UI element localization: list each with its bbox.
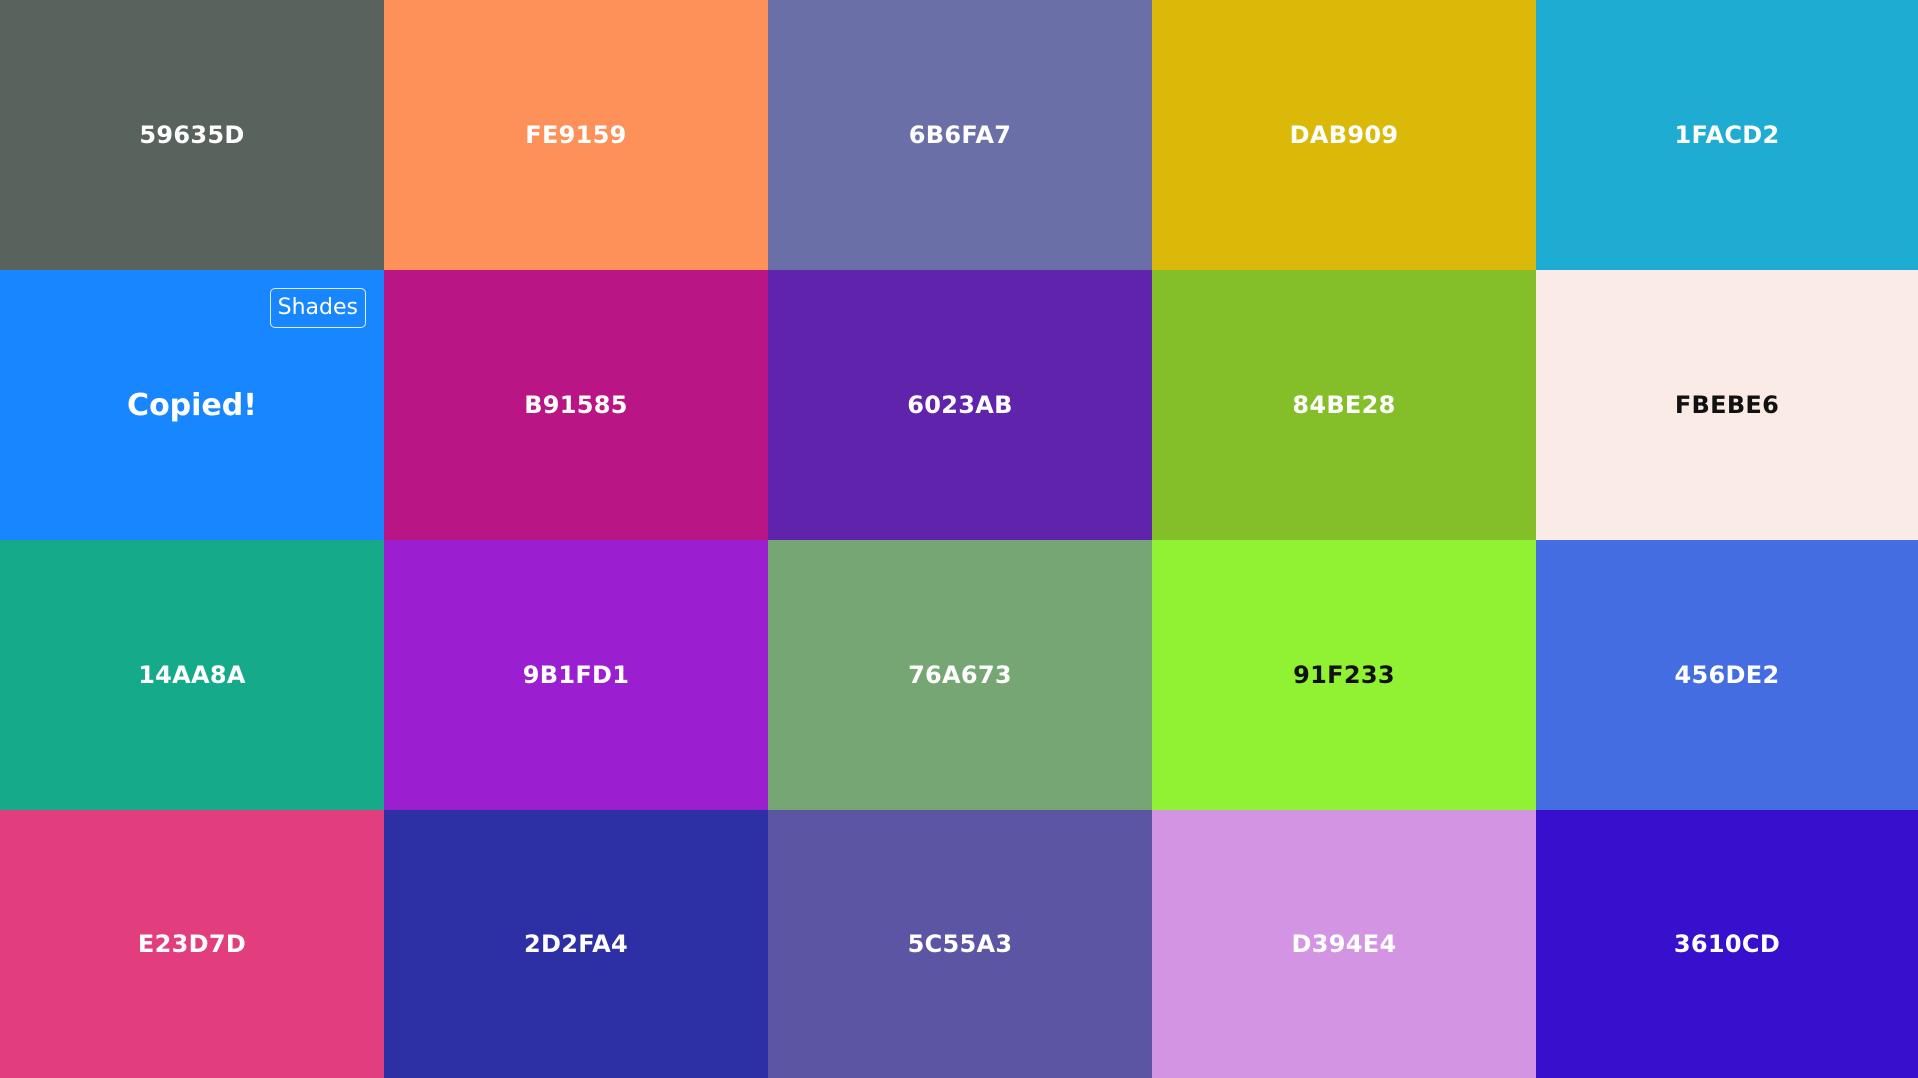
hex-code-label: FE9159 bbox=[525, 121, 627, 149]
hex-code-label: B91585 bbox=[524, 391, 628, 419]
color-palette-grid: 59635D FE9159 6B6FA7 DAB909 1FACD2 Shade… bbox=[0, 0, 1918, 1078]
shades-button[interactable]: Shades bbox=[269, 288, 366, 329]
color-swatch[interactable]: 1FACD2 bbox=[1536, 0, 1918, 270]
hex-code-label: 76A673 bbox=[908, 661, 1012, 689]
color-swatch[interactable]: 5C55A3 bbox=[768, 810, 1152, 1078]
color-swatch[interactable]: 91F233 bbox=[1152, 540, 1536, 810]
color-swatch[interactable]: B91585 bbox=[384, 270, 768, 540]
hex-code-label: 6B6FA7 bbox=[908, 121, 1012, 149]
hex-code-label: FBEBE6 bbox=[1674, 391, 1780, 419]
hex-code-label: DAB909 bbox=[1289, 121, 1399, 149]
color-swatch-active[interactable]: Shades Copied! bbox=[0, 270, 384, 540]
hex-code-label: 2D2FA4 bbox=[523, 930, 629, 958]
color-swatch[interactable]: E23D7D bbox=[0, 810, 384, 1078]
color-swatch[interactable]: 2D2FA4 bbox=[384, 810, 768, 1078]
color-swatch[interactable]: 76A673 bbox=[768, 540, 1152, 810]
color-swatch[interactable]: FE9159 bbox=[384, 0, 768, 270]
hex-code-label: 5C55A3 bbox=[907, 930, 1013, 958]
color-swatch[interactable]: DAB909 bbox=[1152, 0, 1536, 270]
color-swatch[interactable]: D394E4 bbox=[1152, 810, 1536, 1078]
hex-code-label: 1FACD2 bbox=[1674, 121, 1780, 149]
color-swatch[interactable]: 59635D bbox=[0, 0, 384, 270]
color-swatch[interactable]: 6023AB bbox=[768, 270, 1152, 540]
hex-code-label: 3610CD bbox=[1673, 930, 1781, 958]
hex-code-label: 91F233 bbox=[1293, 661, 1395, 689]
hex-code-label: 456DE2 bbox=[1674, 661, 1780, 689]
hex-code-label: D394E4 bbox=[1291, 930, 1397, 958]
hex-code-label: E23D7D bbox=[137, 930, 247, 958]
color-swatch[interactable]: FBEBE6 bbox=[1536, 270, 1918, 540]
color-swatch[interactable]: 14AA8A bbox=[0, 540, 384, 810]
color-swatch[interactable]: 84BE28 bbox=[1152, 270, 1536, 540]
hex-code-label: 9B1FD1 bbox=[522, 661, 630, 689]
color-swatch[interactable]: 456DE2 bbox=[1536, 540, 1918, 810]
color-swatch[interactable]: 9B1FD1 bbox=[384, 540, 768, 810]
hex-code-label: 59635D bbox=[139, 121, 245, 149]
hex-code-label: 84BE28 bbox=[1292, 391, 1396, 419]
color-swatch[interactable]: 3610CD bbox=[1536, 810, 1918, 1078]
hex-code-label: 6023AB bbox=[907, 391, 1013, 419]
copied-status: Copied! bbox=[127, 387, 257, 423]
color-swatch[interactable]: 6B6FA7 bbox=[768, 0, 1152, 270]
hex-code-label: 14AA8A bbox=[138, 661, 246, 689]
